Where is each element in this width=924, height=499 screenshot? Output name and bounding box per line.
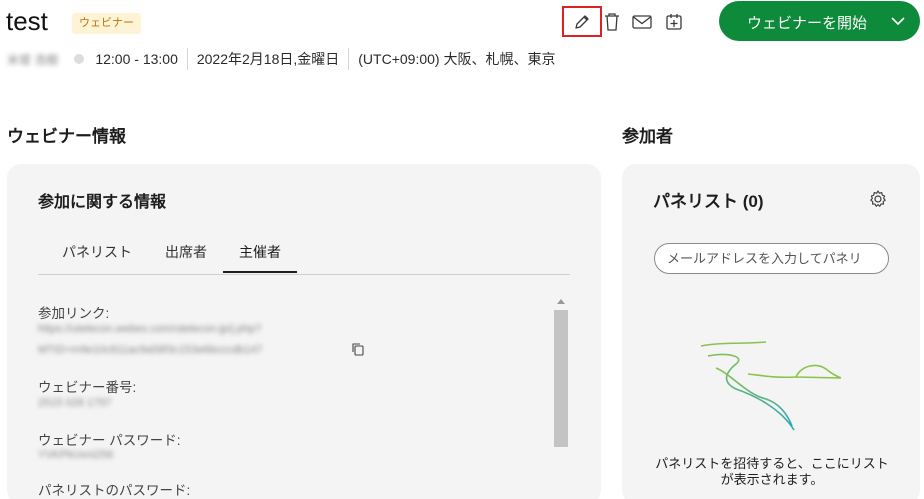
- add-to-calendar-button[interactable]: [660, 8, 688, 36]
- webinar-password-value: YVKPkUvni256: [38, 449, 114, 461]
- webinar-badge: ウェビナー: [72, 13, 141, 34]
- tab-panelists[interactable]: パネリスト: [62, 242, 132, 262]
- webinar-title: test: [6, 6, 48, 36]
- webinar-timezone: (UTC+09:00) 大阪、札幌、東京: [358, 51, 556, 67]
- chevron-down-icon[interactable]: [890, 13, 906, 29]
- trash-icon: [605, 13, 619, 31]
- webinar-number-label: ウェビナー番号:: [38, 380, 137, 395]
- info-scrollbar[interactable]: [554, 294, 568, 499]
- empty-state-illustration: [700, 341, 842, 431]
- webinar-password-label: ウェビナー パスワード:: [38, 433, 181, 448]
- join-info-title: 参加に関する情報: [38, 194, 167, 211]
- divider: [348, 48, 350, 70]
- webinar-number-value: 2515 028 1797: [38, 397, 112, 409]
- gear-icon[interactable]: [868, 189, 888, 209]
- webinar-meta: 米堤 浩樹 12:00 - 13:00 2022年2月18日,金曜日 (UTC+…: [7, 47, 555, 71]
- empty-state-message: パネリストを招待すると、ここにリストが表示されます。: [655, 456, 889, 487]
- host-avatar: [74, 54, 85, 64]
- join-link-value-line1[interactable]: https://utelecon.webex.com/utelecon-jp/j…: [38, 323, 261, 335]
- email-button[interactable]: [628, 8, 656, 36]
- join-link-value-line2[interactable]: MTID=m9e10c811ac9a58f3c153e6bcccdb147: [38, 344, 263, 356]
- tab-host[interactable]: 主催者: [223, 242, 297, 273]
- webinar-date: 2022年2月18日,金曜日: [196, 51, 340, 67]
- tab-attendees[interactable]: 出席者: [165, 242, 207, 262]
- webinar-time: 12:00 - 13:00: [95, 51, 178, 67]
- join-link-label: 参加リンク:: [38, 306, 110, 321]
- participants-heading: 参加者: [622, 127, 673, 146]
- delete-button[interactable]: [598, 8, 626, 36]
- panelist-email-input[interactable]: メールアドレスを入力してパネリ: [654, 243, 889, 274]
- calendar-add-icon: [666, 14, 682, 30]
- webinar-info-heading: ウェビナー情報: [7, 127, 126, 146]
- start-webinar-label: ウェビナーを開始: [747, 15, 868, 32]
- edit-button[interactable]: [562, 6, 602, 37]
- copy-icon[interactable]: [351, 342, 365, 356]
- scrollbar-thumb[interactable]: [554, 310, 568, 447]
- panelist-password-label: パネリストのパスワード:: [38, 483, 191, 498]
- mail-icon: [632, 15, 652, 29]
- panelists-card: パネリスト (0) メールアドレスを入力してパネリ パネリストを招待すると、ここ…: [622, 164, 920, 499]
- join-info-tabs: パネリスト 出席者 主催者: [38, 240, 570, 275]
- panelists-title: パネリスト (0): [653, 192, 764, 211]
- scroll-up-arrow-icon[interactable]: [557, 299, 565, 304]
- divider: [186, 48, 188, 70]
- start-webinar-button[interactable]: ウェビナーを開始: [719, 1, 920, 41]
- pencil-icon: [575, 14, 589, 29]
- host-name: 米堤 浩樹: [7, 52, 59, 67]
